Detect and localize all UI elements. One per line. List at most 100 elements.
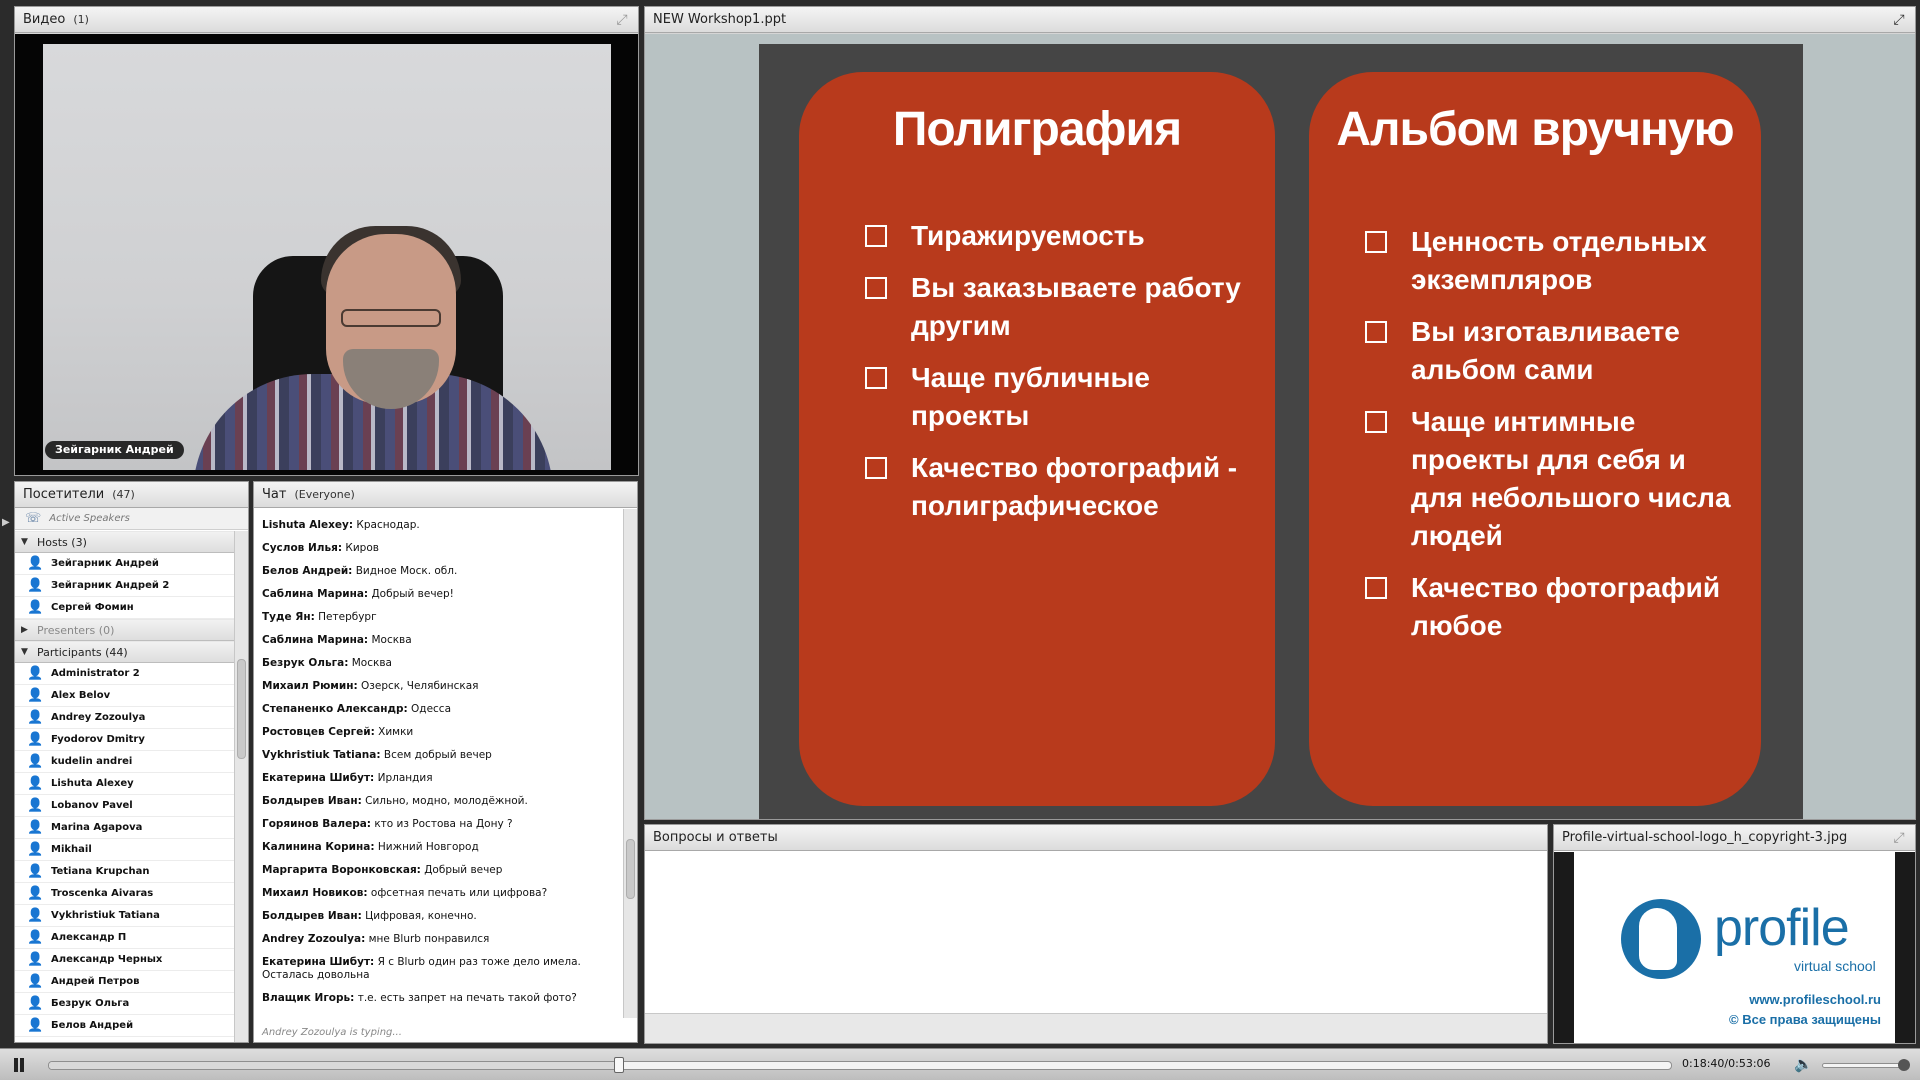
- volume-icon[interactable]: 🔈: [1794, 1055, 1813, 1073]
- attendee-row[interactable]: 👤 Зейгарник Андрей 2: [15, 575, 234, 597]
- attendee-row[interactable]: 👤 Безрук Ольга: [15, 993, 234, 1015]
- attendee-name: kudelin andrei: [51, 756, 133, 767]
- attendee-row[interactable]: 👤 Administrator 2: [15, 663, 234, 685]
- attendee-row[interactable]: 👤 Vykhristiuk Tatiana: [15, 905, 234, 927]
- slide-bullet-text: Вы изготавливаете альбом сами: [1411, 316, 1680, 385]
- attendees-scrollbar[interactable]: [234, 531, 248, 1042]
- typing-indicator: Andrey Zozoulya is typing...: [262, 1027, 402, 1038]
- active-speakers-row: ☏ Active Speakers: [15, 508, 248, 530]
- person-icon: 👤: [27, 864, 44, 879]
- attendee-name: Andrey Zozoulya: [51, 712, 146, 723]
- pause-icon[interactable]: [12, 1058, 26, 1072]
- attendee-row[interactable]: 👤 Зейгарник Андрей: [15, 553, 234, 575]
- attendee-name: Зейгарник Андрей: [51, 558, 159, 569]
- logo-url: www.profileschool.ru: [1749, 992, 1881, 1007]
- attendee-row[interactable]: 👤 kudelin andrei: [15, 751, 234, 773]
- qa-pod-header: Вопросы и ответы: [645, 825, 1547, 851]
- attendee-name: Александр Черных: [51, 954, 163, 965]
- attendee-row[interactable]: 👤 Alex Belov: [15, 685, 234, 707]
- chat-text: Москва: [348, 657, 392, 669]
- chat-message: Степаненко Александр: Одесса: [262, 703, 623, 716]
- chat-author: Горяинов Валера:: [262, 818, 371, 830]
- logo-copyright: © Все права защищены: [1729, 1012, 1881, 1027]
- person-icon: 👤: [27, 930, 44, 945]
- slide-bullet-item: Вы изготавливаете альбом сами: [1365, 313, 1741, 389]
- chat-scrollbar[interactable]: [623, 509, 637, 1018]
- attendee-row[interactable]: 👤 Fyodorov Dmitry: [15, 729, 234, 751]
- group-presenters[interactable]: ▶ Presenters (0): [15, 619, 234, 641]
- group-hosts-label: Hosts (3): [37, 535, 87, 549]
- attendees-count: (47): [112, 488, 135, 501]
- group-participants-label: Participants (44): [37, 645, 128, 659]
- profile-logo-image: profile virtual school www.profileschool…: [1574, 852, 1895, 1043]
- side-expand-arrow-icon[interactable]: ▶: [2, 517, 10, 528]
- person-icon: 👤: [27, 600, 44, 615]
- scrollbar-thumb[interactable]: [237, 659, 246, 759]
- presentation-slide: Полиграфия Тиражируемость Вы заказываете …: [759, 44, 1803, 819]
- fullscreen-icon[interactable]: ⤢: [614, 12, 630, 28]
- fullscreen-icon[interactable]: ⤢: [1891, 830, 1907, 846]
- chat-text: Всем добрый вечер: [380, 749, 492, 761]
- chat-text: т.е. есть запрет на печать такой фото?: [354, 992, 577, 1004]
- chat-author: Болдырев Иван:: [262, 795, 362, 807]
- qa-footer: [645, 1013, 1547, 1043]
- chat-message: Михаил Новиков: офсетная печать или цифр…: [262, 887, 623, 900]
- chat-message: Влащик Игорь: т.е. есть запрет на печать…: [262, 992, 623, 1005]
- seek-bar[interactable]: [48, 1057, 1672, 1073]
- playback-bar: 0:18:40/0:53:06 🔈: [0, 1048, 1920, 1080]
- attendee-row[interactable]: 👤 Андрей Петров: [15, 971, 234, 993]
- chat-scope[interactable]: (Everyone): [294, 488, 354, 501]
- checkbox-icon: [865, 367, 887, 389]
- volume-knob[interactable]: [1897, 1059, 1910, 1071]
- attendee-name: Андрей Петров: [51, 976, 140, 987]
- person-icon: 👤: [27, 1018, 44, 1033]
- active-speakers-label: Active Speakers: [49, 513, 130, 524]
- attendees-pod: Посетители (47) ☏ Active Speakers ▼ Host…: [14, 481, 249, 1043]
- person-icon: 👤: [27, 578, 44, 593]
- chat-author: Lishuta Alexey:: [262, 519, 354, 531]
- attendee-row[interactable]: 👤 Tetiana Krupchan: [15, 861, 234, 883]
- attendee-row[interactable]: 👤 Marina Agapova: [15, 817, 234, 839]
- chat-text: Петербург: [314, 611, 377, 623]
- group-participants[interactable]: ▼ Participants (44): [15, 641, 234, 663]
- share-pod-header: NEW Workshop1.ppt ⤢: [645, 7, 1915, 33]
- seek-knob[interactable]: [614, 1057, 625, 1073]
- video-person-glasses: [341, 309, 441, 327]
- volume-slider[interactable]: [1822, 1059, 1910, 1071]
- chat-author: Туде Ян:: [262, 611, 315, 623]
- chat-message: Екатерина Шибут: Ирландия: [262, 772, 623, 785]
- chat-text: Сильно, модно, молодёжной.: [361, 795, 528, 807]
- qa-pod-title: Вопросы и ответы: [653, 830, 778, 845]
- chat-text: Химки: [374, 726, 414, 738]
- chat-author: Маргарита Воронковская:: [262, 864, 421, 876]
- participants-list: 👤 Administrator 2 👤 Alex Belov 👤 Andrey Zozou…: [15, 663, 234, 1037]
- fullscreen-icon[interactable]: ⤢: [1891, 12, 1907, 28]
- attendee-row[interactable]: 👤 Troscenka Aivaras: [15, 883, 234, 905]
- person-icon: 👤: [27, 798, 44, 813]
- group-hosts[interactable]: ▼ Hosts (3): [15, 531, 234, 553]
- video-pod: Видео (1) ⤢ Зейгарник Андрей: [14, 6, 639, 476]
- person-icon: 👤: [27, 974, 44, 989]
- chat-author: Andrey Zozoulya:: [262, 933, 366, 945]
- scrollbar-thumb[interactable]: [626, 839, 635, 899]
- attendee-row[interactable]: 👤 Александр Черных: [15, 949, 234, 971]
- attendee-row[interactable]: 👤 Lishuta Alexey: [15, 773, 234, 795]
- logo-head-icon: [1639, 908, 1677, 970]
- attendee-name: Alex Belov: [51, 690, 111, 701]
- attendee-row[interactable]: 👤 Александр П: [15, 927, 234, 949]
- person-icon: 👤: [27, 666, 44, 681]
- person-icon: 👤: [27, 996, 44, 1011]
- chat-text: кто из Ростова на Дону ?: [371, 818, 513, 830]
- chat-message: Белов Андрей: Видное Моск. обл.: [262, 565, 623, 578]
- slide-card-left: Полиграфия Тиражируемость Вы заказываете …: [799, 72, 1275, 806]
- chat-author: Калинина Корина:: [262, 841, 375, 853]
- attendee-row[interactable]: 👤 Сергей Фомин: [15, 597, 234, 619]
- attendee-row[interactable]: 👤 Белов Андрей: [15, 1015, 234, 1037]
- triangle-down-icon: ▼: [21, 537, 28, 547]
- attendee-row[interactable]: 👤 Mikhail: [15, 839, 234, 861]
- chat-text: Цифровая, конечно.: [361, 910, 477, 922]
- attendees-pod-header: Посетители (47): [15, 482, 248, 508]
- attendee-row[interactable]: 👤 Andrey Zozoulya: [15, 707, 234, 729]
- chat-message: Andrey Zozoulya: мне Blurb понравился: [262, 933, 623, 946]
- attendee-row[interactable]: 👤 Lobanov Pavel: [15, 795, 234, 817]
